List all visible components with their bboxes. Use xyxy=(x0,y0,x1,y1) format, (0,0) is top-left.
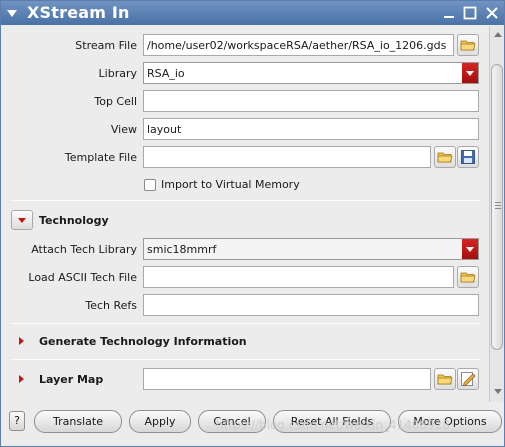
tech-file-browse-button[interactable] xyxy=(457,266,479,288)
folder-icon xyxy=(460,40,476,51)
watermark-text: https://blog.csdn.net/weixin_41408928 xyxy=(216,418,451,432)
load-ascii-tech-file-field[interactable] xyxy=(143,266,454,288)
attach-tech-library-label: Attach Tech Library xyxy=(31,243,137,256)
import-virtual-memory-checkbox[interactable] xyxy=(144,179,156,191)
xstream-in-window: XStream In Stream File /home/user02/work… xyxy=(0,0,505,447)
tech-refs-label: Tech Refs xyxy=(85,299,137,312)
library-value: RSA_io xyxy=(147,67,185,80)
template-file-browse-button[interactable] xyxy=(434,146,456,168)
translate-button[interactable]: Translate xyxy=(34,410,122,433)
generate-tech-info-title[interactable]: Generate Technology Information xyxy=(39,335,247,348)
layer-map-field[interactable] xyxy=(143,368,431,390)
load-ascii-tech-file-label: Load ASCII Tech File xyxy=(28,271,137,284)
tech-refs-field[interactable] xyxy=(143,294,479,316)
view-label: View xyxy=(110,123,137,136)
chevron-right-icon[interactable] xyxy=(19,337,24,345)
window-menu-icon[interactable] xyxy=(5,6,19,20)
section-divider xyxy=(11,359,480,360)
edit-icon xyxy=(461,372,476,386)
attach-tech-library-select[interactable]: smic18mmrf xyxy=(143,238,479,260)
stream-file-browse-button[interactable] xyxy=(457,34,479,56)
folder-icon xyxy=(437,152,453,163)
attach-tech-library-value: smic18mmrf xyxy=(147,243,217,256)
stream-file-field[interactable]: /home/user02/workspaceRSA/aether/RSA_io_… xyxy=(143,34,454,56)
template-file-field[interactable] xyxy=(143,146,431,168)
library-label: Library xyxy=(98,67,137,80)
technology-collapse-toggle[interactable] xyxy=(11,210,33,230)
scroll-down-icon[interactable] xyxy=(493,388,503,396)
import-virtual-memory-label: Import to Virtual Memory xyxy=(161,178,300,191)
scrollbar-thumb[interactable] xyxy=(491,64,503,350)
minimize-icon[interactable] xyxy=(441,5,457,21)
close-icon[interactable] xyxy=(484,5,500,21)
folder-icon xyxy=(437,374,453,385)
stream-file-label: Stream File xyxy=(75,39,137,52)
section-divider xyxy=(11,323,480,324)
title-bar[interactable]: XStream In xyxy=(1,1,504,25)
window-title: XStream In xyxy=(27,3,130,22)
template-file-label: Template File xyxy=(64,151,137,164)
top-cell-label: Top Cell xyxy=(94,95,137,108)
scroll-up-icon[interactable] xyxy=(493,30,503,38)
layer-map-browse-button[interactable] xyxy=(434,368,456,390)
top-cell-field[interactable] xyxy=(143,90,479,112)
folder-icon xyxy=(460,272,476,283)
library-select[interactable]: RSA_io xyxy=(143,62,479,84)
save-icon xyxy=(461,150,475,164)
chevron-down-icon[interactable] xyxy=(462,239,478,259)
layer-map-edit-button[interactable] xyxy=(457,368,479,390)
maximize-icon[interactable] xyxy=(462,5,478,21)
vertical-scrollbar[interactable] xyxy=(489,26,504,402)
section-divider xyxy=(11,200,480,201)
chevron-right-icon[interactable] xyxy=(19,375,24,383)
view-field[interactable]: layout xyxy=(143,118,479,140)
chevron-down-icon[interactable] xyxy=(462,63,478,83)
template-file-save-button[interactable] xyxy=(457,146,479,168)
technology-section-title: Technology xyxy=(39,214,109,227)
apply-button[interactable]: Apply xyxy=(129,410,191,433)
layer-map-title[interactable]: Layer Map xyxy=(39,373,103,386)
help-button[interactable]: ? xyxy=(9,411,25,431)
